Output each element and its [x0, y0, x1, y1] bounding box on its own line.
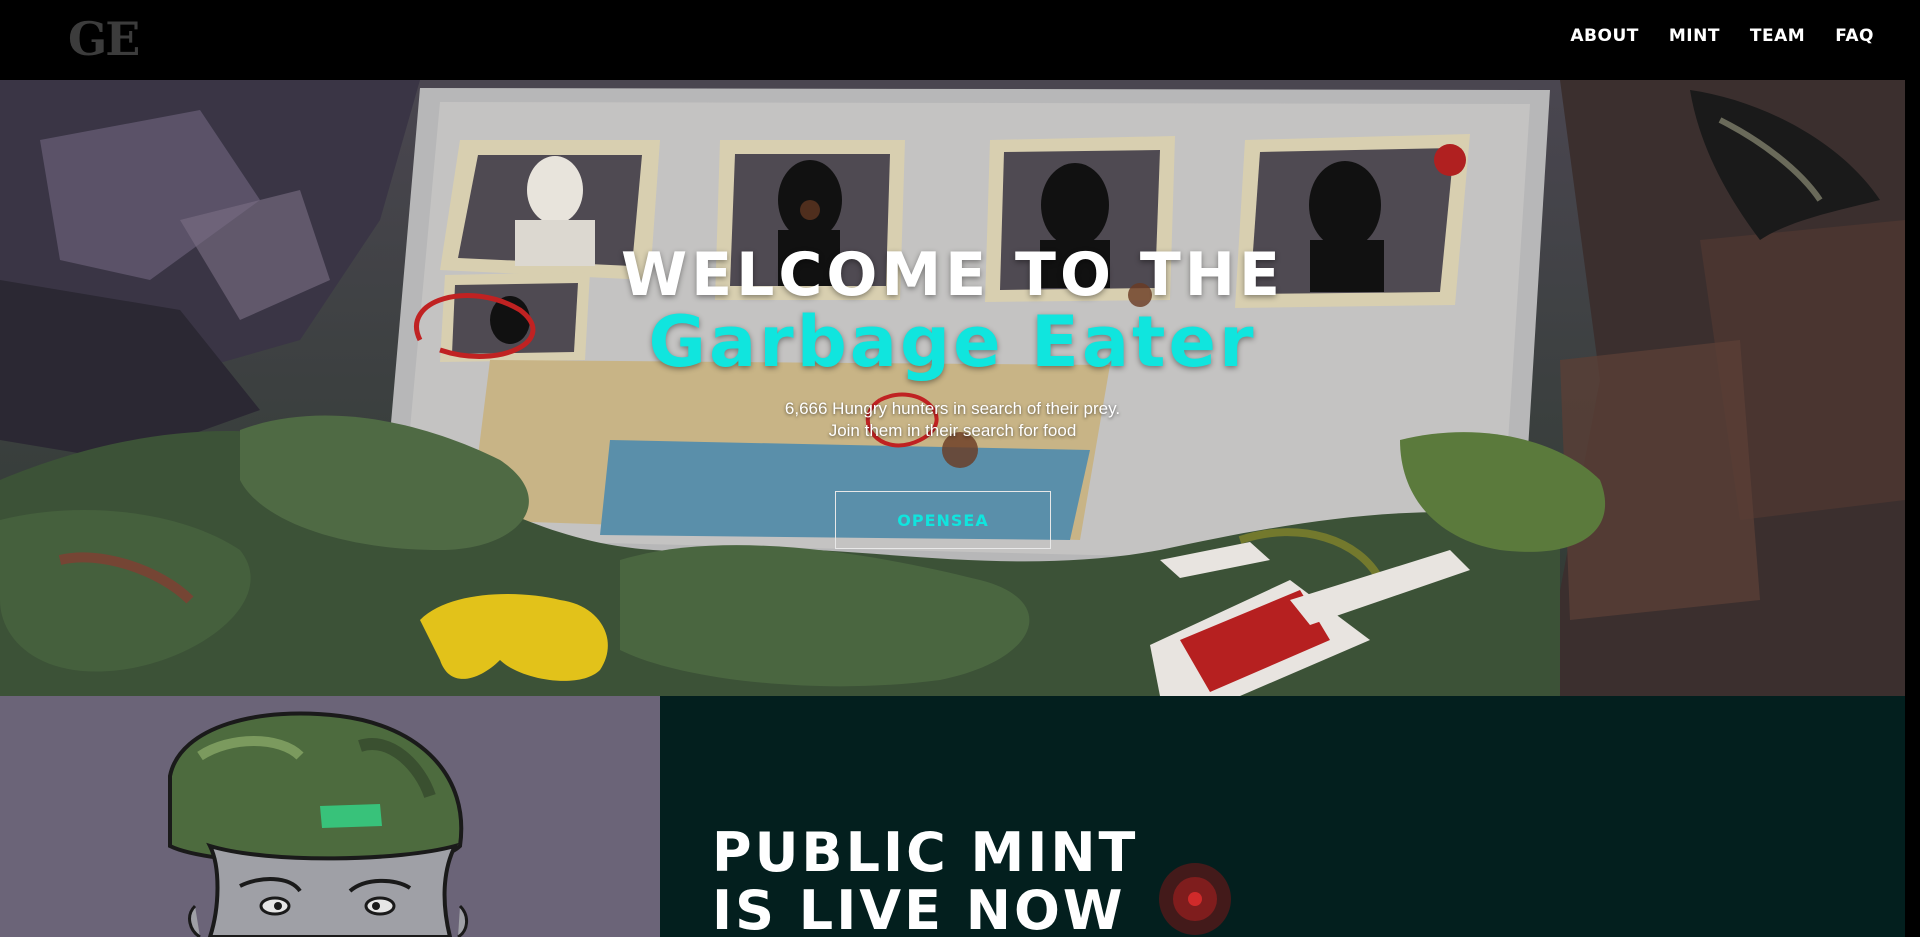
- hero-description: 6,666 Hungry hunters in search of their …: [0, 398, 1905, 442]
- hero-section: WELCOME TO THE Garbage Eater 6,666 Hungr…: [0, 80, 1905, 696]
- hero-title: WELCOME TO THE: [621, 240, 1284, 310]
- nav-link-team[interactable]: TEAM: [1750, 26, 1805, 46]
- public-mint-heading-line2: IS LIVE NOW: [712, 879, 1126, 937]
- site-logo[interactable]: GE: [68, 14, 140, 64]
- top-navbar: GE ABOUT MINT TEAM FAQ: [0, 0, 1905, 80]
- public-mint-heading-line1: PUBLIC MINT: [712, 821, 1139, 884]
- character-illustration-panel: [0, 696, 660, 937]
- nav-link-faq[interactable]: FAQ: [1835, 26, 1874, 46]
- nav-link-mint[interactable]: MINT: [1669, 26, 1720, 46]
- public-mint-heading: PUBLIC MINT IS LIVE NOW: [712, 824, 1138, 937]
- hero-description-line1: 6,666 Hungry hunters in search of their …: [784, 399, 1121, 418]
- hero-subtitle: Garbage Eater: [648, 301, 1257, 383]
- page: GE ABOUT MINT TEAM FAQ WELCOME TO THE Ga…: [0, 0, 1905, 937]
- nav-links: ABOUT MINT TEAM FAQ: [1570, 26, 1874, 46]
- character-illustration: [168, 711, 468, 937]
- public-mint-section: PUBLIC MINT IS LIVE NOW: [660, 696, 1905, 937]
- nav-link-about[interactable]: ABOUT: [1570, 26, 1638, 46]
- record-target-icon: [1159, 863, 1231, 935]
- opensea-button[interactable]: OPENSEA: [835, 491, 1051, 549]
- hero-background-illustration: [0, 80, 1905, 696]
- hero-description-line2: Join them in their search for food: [828, 421, 1077, 440]
